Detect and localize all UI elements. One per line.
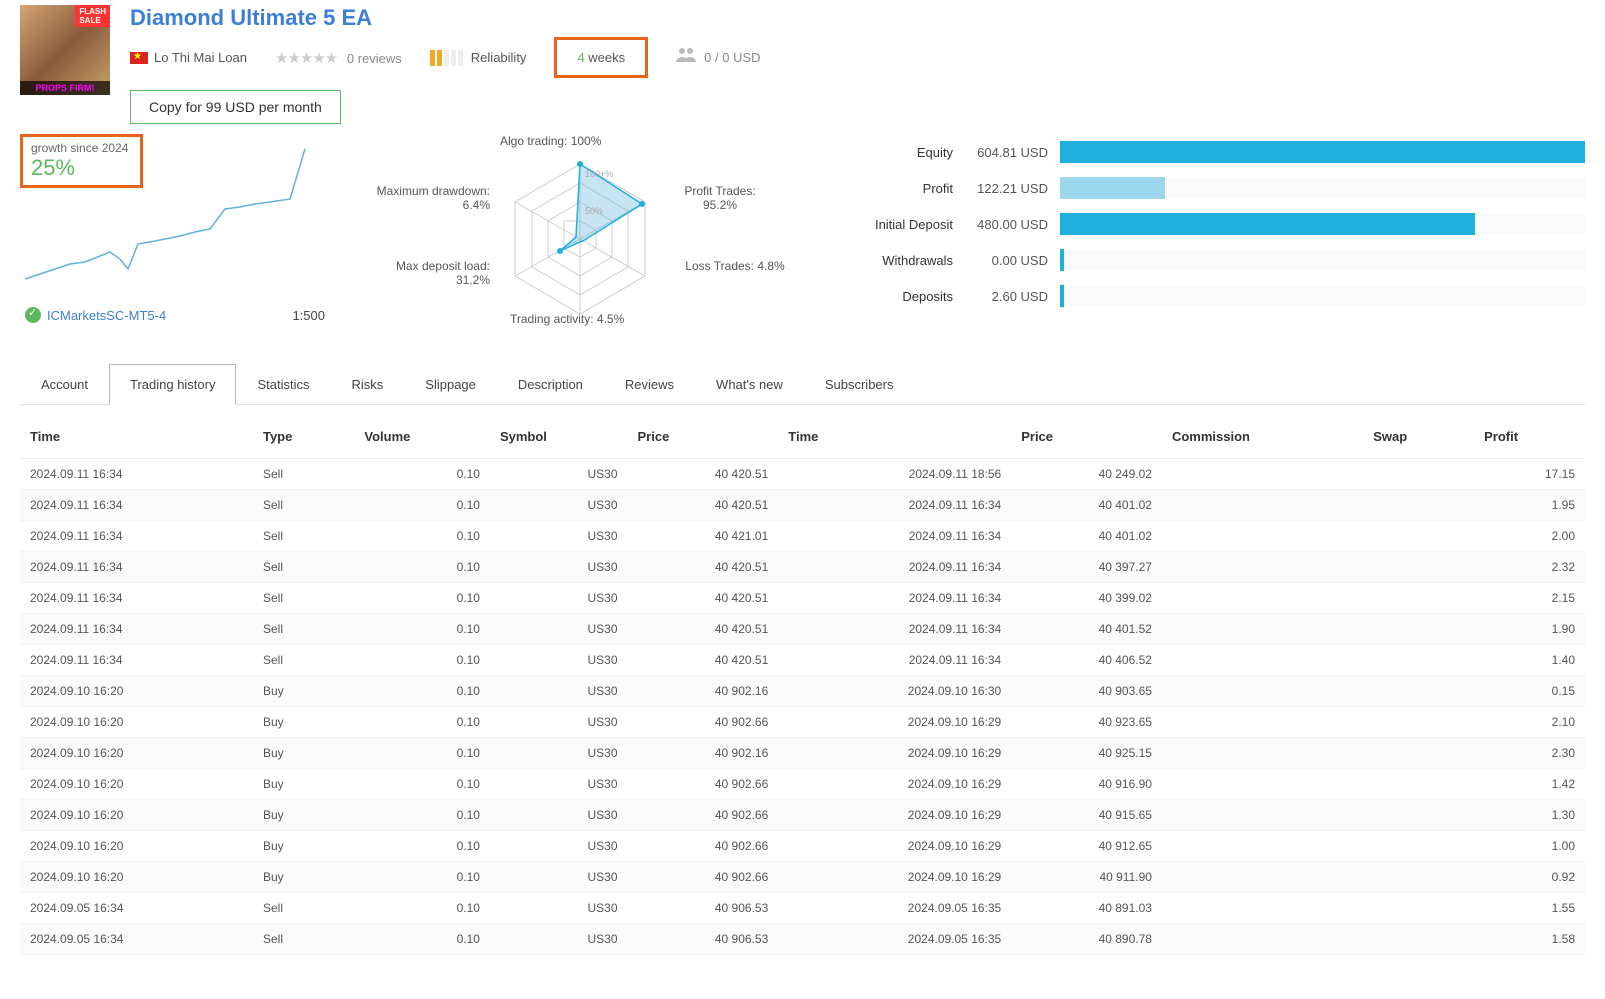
tab-statistics[interactable]: Statistics [236,364,330,405]
bars-icon [430,50,463,66]
sale-badge: FLASHSALE [75,5,110,27]
table-row[interactable]: 2024.09.11 16:34 Sell 0.10 US30 40 420.5… [20,459,1585,490]
col-commission[interactable]: Commission [1162,415,1363,459]
stat-bar [1060,177,1165,199]
tab-description[interactable]: Description [497,364,604,405]
stat-row: Equity 604.81 USD [840,134,1585,170]
col-symbol[interactable]: Symbol [490,415,628,459]
stat-label: Withdrawals [840,253,965,268]
stat-bar-rail [1060,213,1585,235]
radar-load: Max deposit load: 31.2% [370,259,490,287]
table-row[interactable]: 2024.09.10 16:20 Buy 0.10 US30 40 902.66… [20,831,1585,862]
reliability-label: Reliability [471,50,527,65]
flag-icon [130,52,148,64]
stat-row: Withdrawals 0.00 USD [840,242,1585,278]
signal-avatar[interactable]: FLASHSALE PROPS FIRM! [20,5,110,95]
col-profit[interactable]: Profit [1474,415,1585,459]
trades-table: TimeTypeVolumeSymbolPriceTimePriceCommis… [20,415,1585,955]
growth-label: growth since 2024 [31,141,128,155]
tab-slippage[interactable]: Slippage [404,364,497,405]
col-price[interactable]: Price [1011,415,1162,459]
stat-row: Deposits 2.60 USD [840,278,1585,314]
table-row[interactable]: 2024.09.10 16:20 Buy 0.10 US30 40 902.66… [20,862,1585,893]
tab-reviews[interactable]: Reviews [604,364,695,405]
users-icon [676,47,696,68]
age-unit: weeks [588,50,625,65]
radar-algo: Algo trading: 100% [500,134,601,148]
col-time[interactable]: Time [20,415,253,459]
shield-check-icon [25,307,41,323]
col-type[interactable]: Type [253,415,354,459]
table-row[interactable]: 2024.09.10 16:20 Buy 0.10 US30 40 902.66… [20,707,1585,738]
table-row[interactable]: 2024.09.11 16:34 Sell 0.10 US30 40 420.5… [20,614,1585,645]
subscribers-text: 0 / 0 USD [704,50,760,65]
age-highlight: 4 weeks [554,37,648,78]
table-row[interactable]: 2024.09.11 16:34 Sell 0.10 US30 40 420.5… [20,490,1585,521]
stat-bar-rail [1060,177,1585,199]
svg-text:50%: 50% [585,206,603,216]
growth-value: 25% [31,155,128,181]
provider-link[interactable]: Lo Thi Mai Loan [130,50,247,65]
stat-bar [1060,249,1064,271]
avatar-caption: PROPS FIRM! [20,81,110,95]
table-row[interactable]: 2024.09.11 16:34 Sell 0.10 US30 40 420.5… [20,552,1585,583]
stat-bar-rail [1060,285,1585,307]
stat-label: Equity [840,145,965,160]
signal-title[interactable]: Diamond Ultimate 5 EA [130,5,761,31]
age-number: 4 [577,50,584,65]
table-row[interactable]: 2024.09.11 16:34 Sell 0.10 US30 40 420.5… [20,583,1585,614]
stat-bar [1060,285,1064,307]
leverage: 1:500 [292,308,325,323]
col-volume[interactable]: Volume [354,415,490,459]
stats-panel: Equity 604.81 USD Profit 122.21 USD Init… [840,134,1585,334]
growth-highlight: growth since 2024 25% [20,134,143,188]
stat-label: Deposits [840,289,965,304]
tab-what-s-new[interactable]: What's new [695,364,804,405]
radar-dd: Maximum drawdown: 6.4% [370,184,490,212]
col-price[interactable]: Price [628,415,779,459]
subscribers: 0 / 0 USD [676,47,760,68]
table-row[interactable]: 2024.09.10 16:20 Buy 0.10 US30 40 902.66… [20,769,1585,800]
reviews-count: 0 reviews [347,51,402,66]
stat-row: Profit 122.21 USD [840,170,1585,206]
col-time[interactable]: Time [778,415,1011,459]
table-row[interactable]: 2024.09.05 16:34 Sell 0.10 US30 40 906.5… [20,924,1585,955]
stat-value: 0.00 USD [965,253,1060,268]
provider-name: Lo Thi Mai Loan [154,50,247,65]
table-row[interactable]: 2024.09.10 16:20 Buy 0.10 US30 40 902.66… [20,800,1585,831]
radar-chart: 100+% 50% Algo trading: 100% Profit Trad… [350,134,820,334]
tab-subscribers[interactable]: Subscribers [804,364,915,405]
table-row[interactable]: 2024.09.05 16:34 Sell 0.10 US30 40 906.5… [20,893,1585,924]
rating[interactable]: ★★★★★ 0 reviews [275,49,402,67]
stat-value: 122.21 USD [965,181,1060,196]
table-row[interactable]: 2024.09.11 16:34 Sell 0.10 US30 40 420.5… [20,645,1585,676]
stat-value: 604.81 USD [965,145,1060,160]
stat-bar [1060,213,1475,235]
tab-account[interactable]: Account [20,364,109,405]
tab-trading-history[interactable]: Trading history [109,364,237,405]
stat-value: 480.00 USD [965,217,1060,232]
broker-name: ICMarketsSC-MT5-4 [47,308,166,323]
radar-loss: Loss Trades: 4.8% [670,259,800,273]
stat-bar-rail [1060,141,1585,163]
table-row[interactable]: 2024.09.10 16:20 Buy 0.10 US30 40 902.16… [20,676,1585,707]
table-row[interactable]: 2024.09.10 16:20 Buy 0.10 US30 40 902.16… [20,738,1585,769]
broker-link[interactable]: ICMarketsSC-MT5-4 [25,307,166,323]
stat-row: Initial Deposit 480.00 USD [840,206,1585,242]
stat-bar [1060,141,1585,163]
tabs: AccountTrading historyStatisticsRisksSli… [20,364,1585,405]
copy-button[interactable]: Copy for 99 USD per month [130,90,341,124]
table-row[interactable]: 2024.09.11 16:34 Sell 0.10 US30 40 421.0… [20,521,1585,552]
reliability-indicator: Reliability [430,50,527,66]
tab-risks[interactable]: Risks [331,364,405,405]
stat-label: Initial Deposit [840,217,965,232]
col-swap[interactable]: Swap [1363,415,1474,459]
stat-label: Profit [840,181,965,196]
radar-activity: Trading activity: 4.5% [510,312,624,326]
star-icon: ★★★★★ [275,50,337,67]
svg-text:100+%: 100+% [585,169,613,179]
stat-bar-rail [1060,249,1585,271]
radar-profit: Profit Trades: 95.2% [670,184,770,212]
stat-value: 2.60 USD [965,289,1060,304]
